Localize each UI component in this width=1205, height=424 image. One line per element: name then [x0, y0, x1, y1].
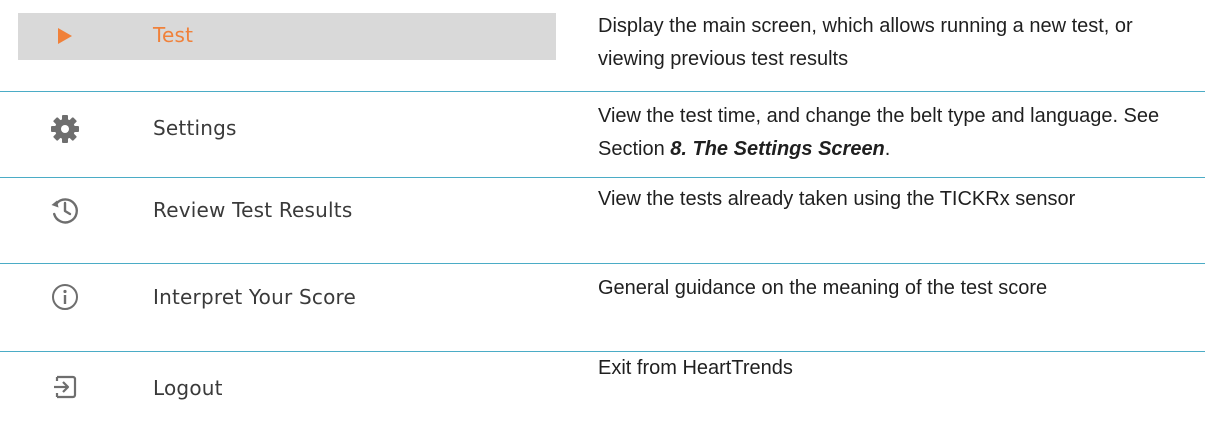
gear-icon [48, 112, 82, 146]
description-settings: View the test time, and change the belt … [598, 100, 1188, 166]
table-row-interpret: Interpret Your Score General guidance on… [0, 264, 1205, 350]
menu-item-label: Test [153, 23, 194, 47]
table-row-logout: Logout Exit from HeartTrends [0, 352, 1205, 424]
description-test: Display the main screen, which allows ru… [598, 15, 1133, 70]
menu-description-table: Test Display the main screen, which allo… [0, 0, 1205, 424]
description-review: View the tests already taken using the T… [598, 188, 1076, 210]
menu-item-label: Settings [153, 116, 237, 140]
section-reference-link[interactable]: 8. The Settings Screen [670, 138, 885, 160]
menu-item-review-test-results[interactable]: Review Test Results [18, 187, 556, 233]
description-text-end: . [884, 138, 891, 160]
menu-item-label: Interpret Your Score [153, 285, 356, 309]
menu-item-logout[interactable]: Logout [18, 364, 556, 410]
logout-icon [48, 370, 82, 404]
menu-item-label: Logout [153, 376, 223, 400]
menu-item-settings[interactable]: Settings [18, 106, 556, 152]
description-interpret: General guidance on the meaning of the t… [598, 277, 1048, 299]
table-row-settings: Settings View the test time, and change … [0, 92, 1205, 176]
play-icon [48, 19, 82, 53]
menu-item-interpret-your-score[interactable]: Interpret Your Score [18, 274, 556, 320]
table-row-test: Test Display the main screen, which allo… [0, 0, 1205, 86]
info-icon [48, 280, 82, 314]
menu-item-test[interactable]: Test [18, 13, 556, 60]
table-row-review: Review Test Results View the tests alrea… [0, 178, 1205, 262]
menu-item-label: Review Test Results [153, 198, 353, 222]
description-logout: Exit from HeartTrends [598, 357, 793, 379]
history-icon [48, 193, 82, 227]
